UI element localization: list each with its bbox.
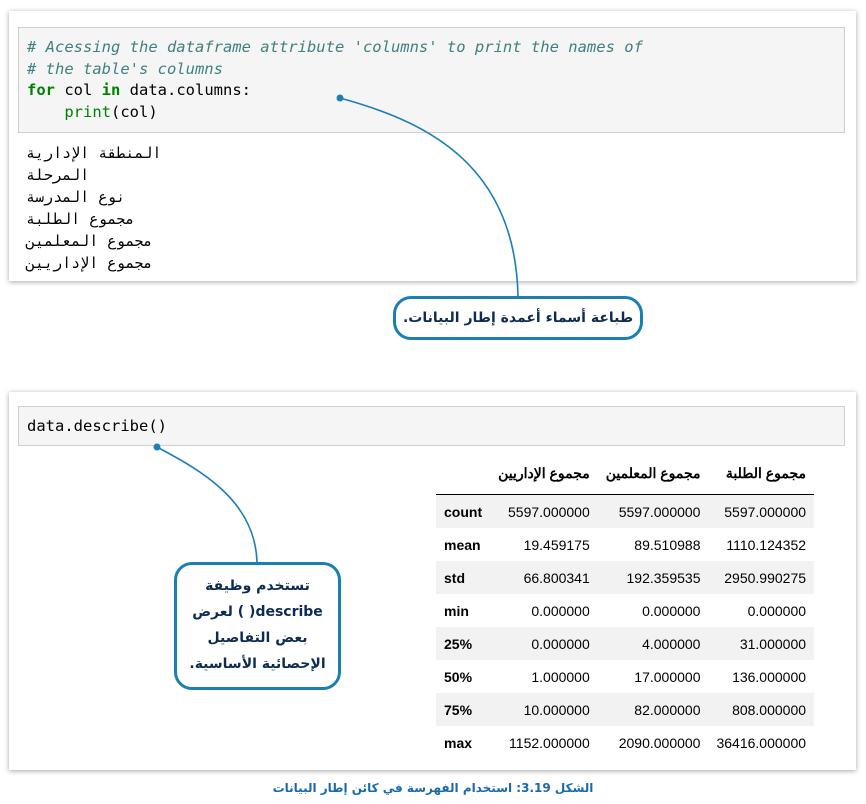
row-index-label: 50% (444, 668, 473, 685)
table-cell: 2090.000000 (618, 734, 701, 751)
code-cell-describe[interactable]: data.describe() (18, 406, 845, 446)
code-fragment-args: (col) (111, 102, 158, 121)
header-cell-empty (436, 462, 490, 495)
code-text: data.describe() (27, 417, 167, 435)
table-cell: 0.000000 (531, 602, 590, 619)
table-row: max 1152.000000 2090.000000 36416.000000 (436, 726, 814, 759)
output-line: نوع المدرسة (26, 188, 126, 206)
table-cell: 5597.000000 (618, 503, 701, 520)
table-cell: 89.510988 (634, 536, 701, 553)
code-fragment-columns: data.columns: (120, 81, 251, 99)
output-line: مجموع الطلبة (26, 210, 135, 228)
code-fragment-col: col (55, 81, 102, 99)
code-text: # Acessing the dataframe attribute 'colu… (27, 37, 643, 123)
keyword-in: in (101, 81, 121, 99)
code-cell-columns[interactable]: # Acessing the dataframe attribute 'colu… (18, 27, 845, 133)
table-row: 25% 0.000000 4.000000 31.000000 (436, 627, 815, 660)
callout-line: describe( ) لعرض (192, 604, 323, 620)
header-cell: مجموع المعلمين (605, 464, 701, 481)
code-comment-line-1: # Acessing the dataframe attribute 'colu… (27, 38, 643, 56)
table-cell: 31.000000 (739, 635, 807, 652)
row-index-label: count (444, 503, 483, 520)
table-cell: 5597.000000 (508, 503, 590, 520)
output-line: المنطقة الإدارية (26, 144, 162, 162)
notebook-panel-columns: # Acessing the dataframe attribute 'colu… (9, 11, 856, 281)
output-line: مجموع المعلمين (26, 232, 153, 250)
output-line: المرحلة (26, 166, 90, 184)
describe-output-table: مجموع الإداريين مجموع المعلمين مجموع الط… (436, 462, 815, 759)
table-cell: 36416.000000 (716, 734, 807, 751)
table-cell: 17.000000 (634, 668, 701, 685)
row-index-label: mean (444, 536, 481, 553)
table-cell: 10.000000 (523, 701, 590, 718)
row-index-label: max (444, 734, 473, 751)
callout-line: تستخدم وظيفة (205, 578, 310, 594)
callout-line: بعض التفاصيل (207, 630, 308, 646)
table-cell: 82.000000 (634, 701, 701, 718)
table-cell: 5597.000000 (724, 503, 807, 520)
figure-caption: الشكل 3.19: استخدام الفهرسة في كائن إطار… (272, 781, 594, 795)
table-cell: 0.000000 (642, 602, 701, 619)
table-cell: 0.000000 (531, 635, 590, 652)
table-cell: 19.459175 (523, 536, 590, 553)
row-index-label: 75% (444, 701, 473, 718)
table-cell: 2950.990275 (724, 569, 807, 586)
table-row: mean 19.459175 89.510988 1110.124352 (436, 528, 814, 561)
table-cell: 4.000000 (642, 635, 701, 652)
table-cell: 136.000000 (732, 668, 807, 685)
table-row: count 5597.000000 5597.000000 5597.000000 (436, 494, 815, 528)
table-row: std 66.800341 192.359535 2950.990275 (436, 561, 815, 594)
callout-columns: طباعة أسماء أعمدة إطار البيانات. (393, 296, 643, 340)
notebook-panel-describe: data.describe() مجموع الإداريين مجموع ال… (9, 392, 856, 770)
table-row: 50% 1.000000 17.000000 136.000000 (436, 660, 814, 693)
table-cell: 66.800341 (523, 569, 590, 586)
table-cell: 808.000000 (732, 701, 807, 718)
row-index-label: min (444, 602, 469, 619)
builtin-print: print (64, 102, 111, 121)
code-comment-line-2: # the table's columns (27, 59, 223, 78)
callout-line: الإحصائية الأساسية. (189, 656, 326, 672)
callout-describe: تستخدم وظيفة describe( ) لعرض بعض التفاص… (174, 562, 341, 690)
table-cell: 1.000000 (531, 668, 590, 685)
keyword-for: for (27, 81, 55, 99)
table-cell: 0.000000 (747, 602, 807, 619)
cell-output-columns: المنطقة الإدارية المرحلة نوع المدرسة مجم… (26, 142, 161, 274)
row-index-label: 25% (444, 635, 473, 652)
output-line: مجموع الإداريين (26, 254, 153, 272)
table-cell: 1110.124352 (726, 536, 807, 553)
table-header-row: مجموع الإداريين مجموع المعلمين مجموع الط… (436, 462, 815, 495)
table-cell: 192.359535 (626, 569, 701, 586)
table-row: min 0.000000 0.000000 0.000000 (436, 594, 814, 627)
table-cell: 1152.000000 (509, 734, 590, 751)
row-index-label: std (444, 569, 465, 586)
header-cell: مجموع الإداريين (498, 464, 590, 481)
header-cell: مجموع الطلبة (725, 464, 807, 481)
table-row: 75% 10.000000 82.000000 808.000000 (436, 693, 815, 726)
